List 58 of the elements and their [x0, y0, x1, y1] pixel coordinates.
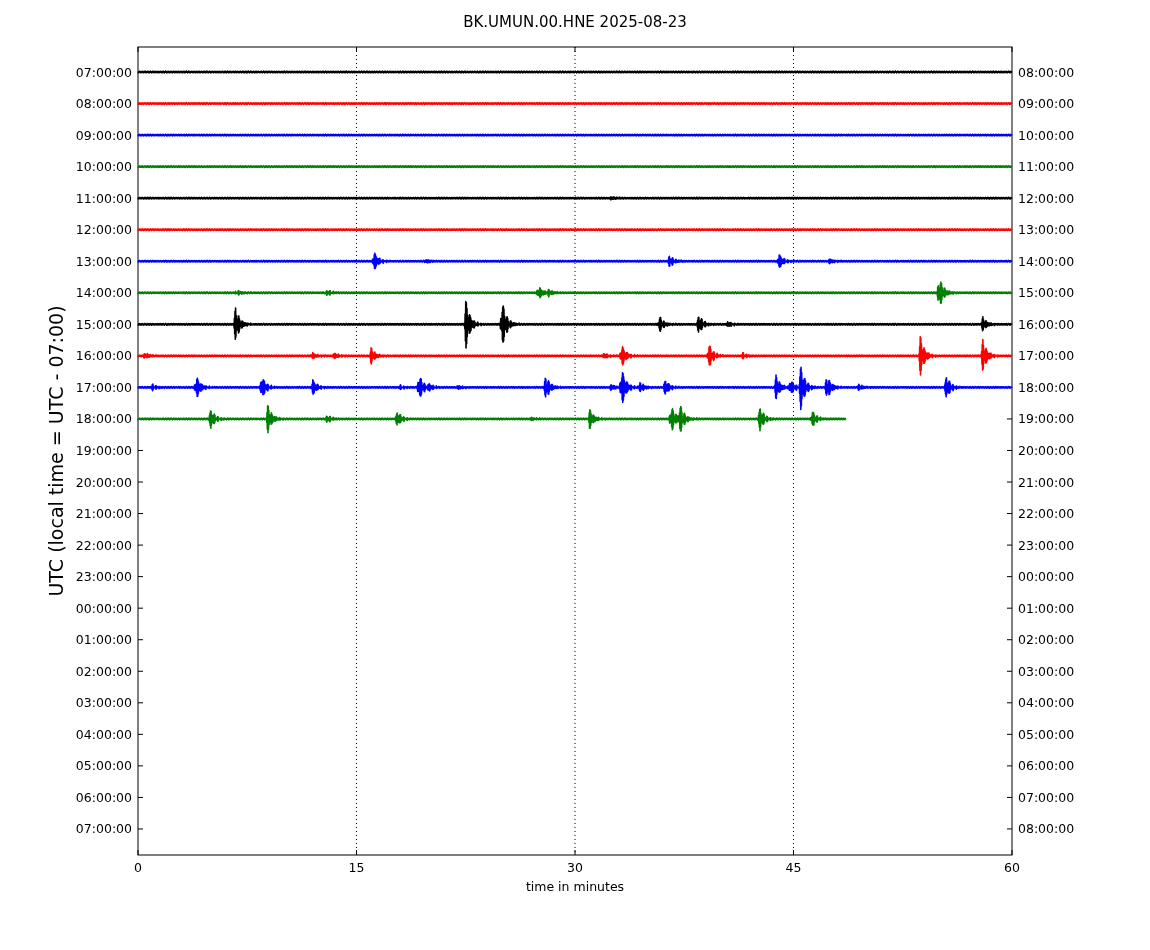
time-label: 22:00:00	[75, 537, 132, 553]
time-label: 03:00:00	[1018, 663, 1075, 679]
time-label: 05:00:00	[1018, 726, 1075, 742]
time-label: 02:00:00	[75, 663, 132, 679]
axis-title: UTC (local time = UTC - 07:00)	[45, 305, 67, 597]
time-label: 01:00:00	[75, 632, 132, 648]
time-label: 08:00:00	[75, 96, 132, 112]
time-label: 11:00:00	[1018, 159, 1075, 175]
time-label: 10:00:00	[1018, 127, 1075, 143]
time-label: 09:00:00	[75, 127, 132, 143]
time-label: 18:00:00	[1018, 379, 1075, 395]
time-label: 07:00:00	[75, 821, 132, 837]
time-label: 04:00:00	[1018, 695, 1075, 711]
time-label: 19:00:00	[1018, 411, 1075, 427]
time-label: 23:00:00	[75, 569, 132, 585]
axis-tick-label: 60	[1004, 860, 1020, 875]
time-label: 15:00:00	[75, 316, 132, 332]
time-label: 11:00:00	[75, 190, 132, 206]
time-label: 09:00:00	[1018, 96, 1075, 112]
axis-tick-label: 30	[567, 860, 583, 875]
time-label: 07:00:00	[1018, 789, 1075, 805]
axis-tick-label: 45	[785, 860, 802, 875]
time-label: 06:00:00	[1018, 758, 1075, 774]
time-label: 00:00:00	[1018, 569, 1075, 585]
time-label: 06:00:00	[75, 789, 132, 805]
time-label: 15:00:00	[1018, 285, 1075, 301]
time-label: 20:00:00	[75, 474, 132, 490]
time-label: 12:00:00	[75, 222, 132, 238]
time-label: 03:00:00	[75, 695, 132, 711]
time-label: 14:00:00	[1018, 253, 1075, 269]
time-label: 14:00:00	[75, 285, 132, 301]
time-label: 22:00:00	[1018, 506, 1075, 522]
time-label: 21:00:00	[1018, 474, 1075, 490]
time-label: 20:00:00	[1018, 443, 1075, 458]
time-label: 12:00:00	[1018, 190, 1075, 206]
time-label: 18:00:00	[75, 411, 132, 427]
axis-title: time in minutes	[525, 879, 625, 894]
time-label: 07:00:00	[75, 64, 132, 80]
time-label: 13:00:00	[75, 253, 132, 269]
axis-tick-label: 0	[134, 860, 142, 875]
chart-title: BK.UMUN.00.HNE 2025-08-23	[463, 13, 687, 31]
time-label: 16:00:00	[1018, 316, 1075, 332]
time-label: 10:00:00	[75, 159, 132, 175]
time-label: 04:00:00	[75, 726, 132, 742]
time-label: 19:00:00	[75, 443, 132, 458]
time-label: 01:00:00	[1018, 600, 1075, 616]
time-label: 17:00:00	[75, 379, 132, 395]
time-label: 13:00:00	[1018, 222, 1075, 238]
time-label: 21:00:00	[75, 506, 132, 522]
time-label: 23:00:00	[1018, 537, 1075, 553]
time-label: 16:00:00	[75, 348, 132, 364]
time-label: 02:00:00	[1018, 632, 1075, 648]
time-label: 08:00:00	[1018, 821, 1075, 837]
time-label: 08:00:00	[1018, 64, 1075, 80]
time-label: 05:00:00	[75, 758, 132, 774]
time-label: 17:00:00	[1018, 348, 1075, 364]
axis-tick-label: 15	[348, 860, 365, 875]
time-label: 00:00:00	[75, 600, 132, 616]
